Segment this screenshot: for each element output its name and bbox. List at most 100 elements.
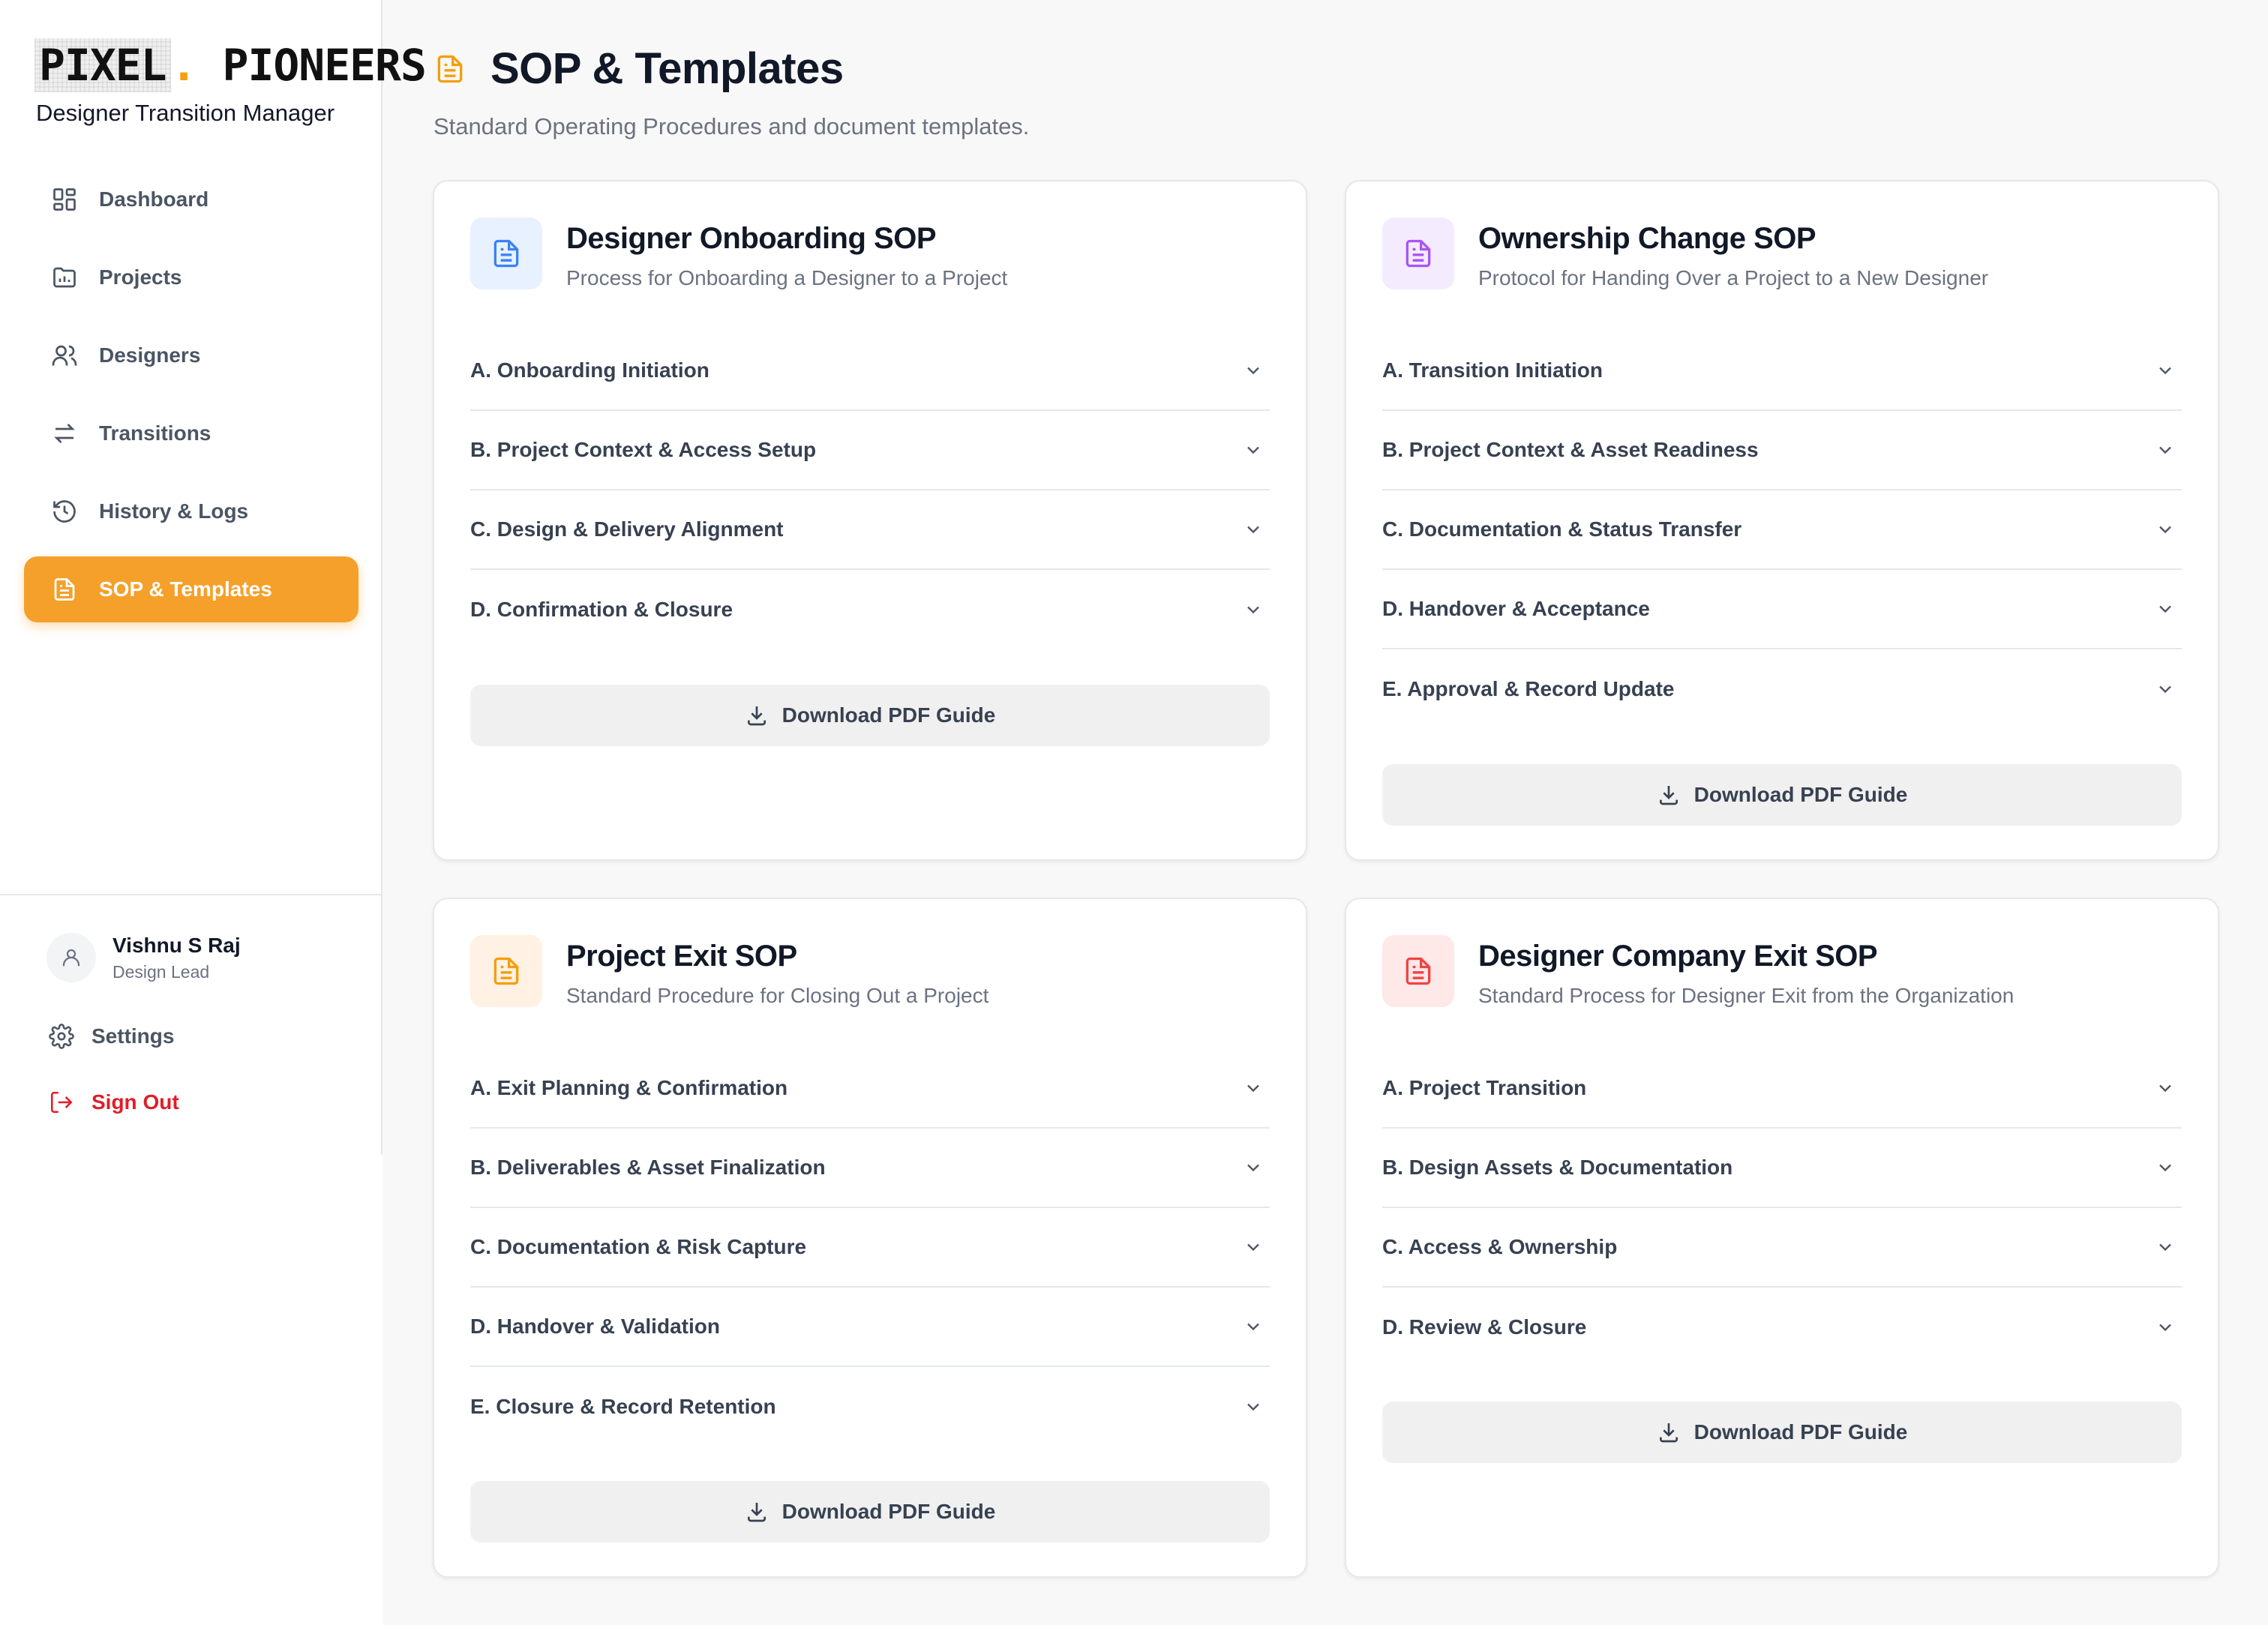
accordion-item[interactable]: D. Handover & Validation	[470, 1288, 1270, 1367]
accordion-item[interactable]: C. Access & Ownership	[1382, 1208, 2182, 1288]
sidebar-bottom-area	[0, 1155, 382, 1625]
accordion-item[interactable]: E. Closure & Record Retention	[470, 1367, 1270, 1447]
chevron-down-icon	[2159, 446, 2171, 454]
settings-link[interactable]: Settings	[46, 1021, 174, 1051]
sign-out-button[interactable]: Sign Out	[46, 1087, 179, 1117]
download-button-label: Download PDF Guide	[1694, 1420, 1908, 1444]
accordion-item[interactable]: C. Documentation & Risk Capture	[470, 1208, 1270, 1288]
document-icon	[50, 574, 80, 604]
document-icon	[494, 239, 519, 268]
chevron-down-icon	[2159, 605, 2171, 613]
card-title: Ownership Change SOP	[1478, 222, 1816, 255]
accordion-item-label: B. Project Context & Access Setup	[470, 438, 817, 461]
user-role: Design Lead	[112, 961, 210, 982]
accordion-item-label: E. Approval & Record Update	[1382, 677, 1675, 700]
dashboard-icon	[50, 184, 80, 214]
card-description: Standard Procedure for Closing Out a Pro…	[566, 984, 989, 1007]
page-header: SOP & Templates Standard Operating Proce…	[434, 43, 1029, 140]
sidebar-item-transitions[interactable]: Transitions	[24, 400, 358, 466]
sop-card-project-exit: Project Exit SOP Standard Procedure for …	[433, 898, 1307, 1578]
download-button-label: Download PDF Guide	[782, 703, 996, 727]
card-title: Project Exit SOP	[566, 940, 797, 973]
accordion-item[interactable]: E. Approval & Record Update	[1382, 649, 2182, 729]
download-pdf-button[interactable]: Download PDF Guide	[470, 685, 1270, 746]
accordion-item[interactable]: D. Review & Closure	[1382, 1288, 2182, 1367]
accordion-item[interactable]: D. Handover & Acceptance	[1382, 570, 2182, 649]
accordion-item-label: B. Design Assets & Documentation	[1382, 1156, 1733, 1179]
accordion-item-label: C. Design & Delivery Alignment	[470, 517, 784, 541]
card-description: Process for Onboarding a Designer to a P…	[566, 266, 1008, 289]
chevron-down-icon	[1247, 1323, 1259, 1331]
accordion-item[interactable]: D. Confirmation & Closure	[470, 570, 1270, 649]
user-icon	[62, 949, 80, 967]
chevron-down-icon	[1247, 606, 1259, 614]
sop-card-ownership-change: Ownership Change SOP Protocol for Handin…	[1345, 180, 2219, 861]
logout-icon	[46, 1087, 76, 1117]
sop-card-designer-onboarding: Designer Onboarding SOP Process for Onbo…	[433, 180, 1307, 861]
chevron-down-icon	[2159, 1084, 2171, 1093]
chevron-down-icon	[2159, 1243, 2171, 1252]
accordion-item[interactable]: A. Onboarding Initiation	[470, 331, 1270, 411]
download-pdf-button[interactable]: Download PDF Guide	[470, 1481, 1270, 1543]
chevron-down-icon	[2159, 1324, 2171, 1332]
sidebar-item-label: Projects	[99, 265, 182, 289]
brand-logo: PIXEL. PIONEERS	[34, 33, 430, 97]
document-icon	[1406, 239, 1431, 268]
history-icon	[50, 496, 80, 526]
download-icon	[1657, 1420, 1681, 1444]
sign-out-label: Sign Out	[92, 1090, 179, 1114]
document-icon	[1406, 957, 1431, 985]
accordion-item[interactable]: A. Transition Initiation	[1382, 331, 2182, 411]
user-profile[interactable]: Vishnu S Raj Design Lead	[46, 933, 241, 982]
accordion-item-label: D. Confirmation & Closure	[470, 598, 734, 621]
download-pdf-button[interactable]: Download PDF Guide	[1382, 1402, 2182, 1463]
chevron-down-icon	[1247, 367, 1259, 375]
accordion-item-label: C. Documentation & Status Transfer	[1382, 517, 1742, 541]
accordion-item[interactable]: B. Project Context & Access Setup	[470, 411, 1270, 490]
sidebar-item-label: SOP & Templates	[99, 577, 272, 601]
accordion-item-label: A. Transition Initiation	[1382, 358, 1603, 382]
download-icon	[745, 703, 769, 727]
sidebar-item-label: History & Logs	[99, 499, 249, 523]
page-subtitle: Standard Operating Procedures and docume…	[434, 113, 1030, 139]
card-description: Standard Process for Designer Exit from …	[1478, 984, 2014, 1007]
chevron-down-icon	[2159, 367, 2171, 375]
sidebar-item-sop-templates[interactable]: SOP & Templates	[24, 556, 358, 622]
accordion-item[interactable]: B. Deliverables & Asset Finalization	[470, 1129, 1270, 1208]
sidebar-item-history-logs[interactable]: History & Logs	[24, 478, 358, 544]
logo-dot: .	[170, 40, 197, 91]
download-pdf-button[interactable]: Download PDF Guide	[1382, 764, 2182, 826]
card-icon-container	[470, 935, 542, 1007]
users-icon	[50, 340, 80, 370]
card-icon-container	[1382, 217, 1454, 289]
accordion-item[interactable]: C. Design & Delivery Alignment	[470, 490, 1270, 570]
page-title: SOP & Templates	[490, 44, 844, 93]
accordion-item-label: B. Project Context & Asset Readiness	[1382, 438, 1759, 461]
accordion-item-label: A. Onboarding Initiation	[470, 358, 710, 382]
card-title: Designer Company Exit SOP	[1478, 940, 1878, 973]
sidebar-item-label: Dashboard	[99, 187, 209, 211]
accordion-item[interactable]: B. Design Assets & Documentation	[1382, 1129, 2182, 1208]
card-icon-container	[1382, 935, 1454, 1007]
sidebar-item-projects[interactable]: Projects	[24, 244, 358, 310]
chevron-down-icon	[2159, 526, 2171, 534]
accordion-item[interactable]: C. Documentation & Status Transfer	[1382, 490, 2182, 570]
accordion-item-label: B. Deliverables & Asset Finalization	[470, 1156, 826, 1179]
folder-chart-icon	[50, 262, 80, 292]
sidebar-nav: Dashboard Projects Designers Transitions…	[24, 166, 358, 634]
accordion-item[interactable]: A. Project Transition	[1382, 1049, 2182, 1129]
accordion-item[interactable]: A. Exit Planning & Confirmation	[470, 1049, 1270, 1129]
chevron-down-icon	[1247, 446, 1259, 454]
sidebar-item-dashboard[interactable]: Dashboard	[24, 166, 358, 232]
chevron-down-icon	[2159, 685, 2171, 694]
sidebar-item-designers[interactable]: Designers	[24, 322, 358, 388]
accordion-item-label: D. Review & Closure	[1382, 1315, 1587, 1339]
sop-card-designer-company-exit: Designer Company Exit SOP Standard Proce…	[1345, 898, 2219, 1578]
download-button-label: Download PDF Guide	[782, 1500, 996, 1523]
chevron-down-icon	[2159, 1164, 2171, 1172]
chevron-down-icon	[1247, 1084, 1259, 1093]
accordion-item-label: E. Closure & Record Retention	[470, 1395, 776, 1418]
section-accordion: A. Onboarding Initiation B. Project Cont…	[470, 331, 1270, 649]
card-description: Protocol for Handing Over a Project to a…	[1478, 266, 1989, 289]
accordion-item[interactable]: B. Project Context & Asset Readiness	[1382, 411, 2182, 490]
